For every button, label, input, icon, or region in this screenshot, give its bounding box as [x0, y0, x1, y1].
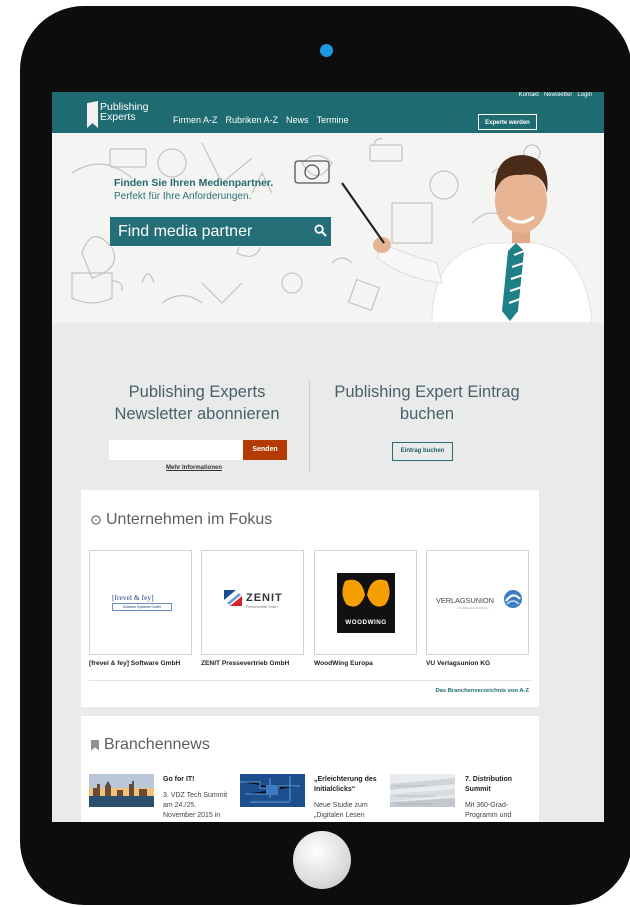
- nav-rubriken[interactable]: Rubriken A-Z: [226, 115, 279, 125]
- news-headline-2-line1: „Erleichterung des: [314, 776, 377, 783]
- nav-firmen[interactable]: Firmen A-Z: [173, 115, 218, 125]
- frevel-logo-text: [frevel & fey]: [112, 593, 154, 602]
- top-links: Kontakt Newsletter Login: [519, 92, 592, 98]
- hero-subline: Perfekt für Ihre Anforderungen.: [114, 191, 252, 202]
- book-logo-icon: [87, 101, 98, 128]
- company-name-verlagsunion[interactable]: VU Verlagsunion KG: [426, 660, 490, 667]
- site-logo[interactable]: Publishing Experts: [87, 100, 157, 130]
- news-text-1: 3. VDZ Tech Summit am 24./25. November 2…: [163, 791, 233, 821]
- news-text-1-line1: 3. VDZ Tech Summit: [163, 792, 228, 799]
- news-image-circuit[interactable]: [240, 774, 305, 807]
- search-icon[interactable]: [314, 224, 327, 237]
- tablet-screen: Publishing Experts Firmen A-Z Rubriken A…: [52, 92, 604, 822]
- news-headline-3-line1: 7. Distribution: [465, 776, 513, 783]
- newsletter-title-line2: Newsletter abonnieren: [114, 405, 280, 423]
- company-card-zenit[interactable]: ZENIT Pressevertrieb GmbH: [201, 550, 304, 655]
- news-text-2: Neue Studie zum „Digitalen Lesen: [314, 801, 384, 821]
- news-section: Branchennews Go for IT! 3. VDZ Tech Summ…: [81, 716, 539, 822]
- news-headline-3[interactable]: 7. Distribution Summit: [465, 775, 535, 795]
- news-text-3-line1: Mit 360-Grad-: [465, 802, 509, 809]
- company-name-frevel[interactable]: [frevel & fey] Software GmbH: [89, 660, 180, 667]
- become-expert-button[interactable]: Experte werden: [478, 114, 537, 130]
- main-nav: Firmen A-Z Rubriken A-Z News Termine: [173, 115, 349, 125]
- company-name-woodwing[interactable]: WoodWing Europa: [314, 660, 373, 667]
- company-card-frevel[interactable]: [frevel & fey] Software Systeme GmbH: [89, 550, 192, 655]
- news-headline-2[interactable]: „Erleichterung des Initialclicks“: [314, 775, 384, 795]
- company-name-zenit[interactable]: ZENIT Pressevertrieb GmbH: [201, 660, 289, 667]
- zenit-logo-icon: [224, 590, 242, 606]
- newsletter-more-link[interactable]: Mehr Informationen: [166, 465, 222, 471]
- news-text-1-line3: November 2015 in: [163, 812, 221, 819]
- bookmark-icon: [91, 739, 99, 751]
- entry-title: Publishing Expert Eintrag buchen: [322, 381, 532, 425]
- logo-line2: Experts: [100, 111, 136, 123]
- home-button[interactable]: [293, 831, 351, 889]
- woodwing-butterfly-icon: [342, 579, 390, 609]
- site-header: Publishing Experts Firmen A-Z Rubriken A…: [52, 92, 604, 133]
- newsletter-title-line1: Publishing Experts: [128, 383, 266, 401]
- news-title: Branchennews: [91, 736, 210, 754]
- woodwing-logo: WOODWING: [337, 573, 395, 633]
- news-text-3-line2: Programm und: [465, 812, 512, 819]
- link-newsletter[interactable]: Newsletter: [544, 92, 572, 98]
- nav-news[interactable]: News: [286, 115, 309, 125]
- zenit-logo-sub: Pressevertrieb GmbH: [246, 605, 278, 609]
- logo-text: Publishing Experts: [100, 102, 148, 123]
- search-input[interactable]: [116, 220, 306, 244]
- company-card-woodwing[interactable]: WOODWING: [314, 550, 417, 655]
- hero-headline: Finden Sie Ihren Medienpartner.: [114, 177, 274, 189]
- woodwing-logo-text: WOODWING: [345, 619, 387, 626]
- hero-banner: Finden Sie Ihren Medienpartner. Perfekt …: [52, 133, 604, 323]
- entry-title-line2: buchen: [399, 405, 455, 423]
- directory-link[interactable]: Das Branchenverzeichnis von A-Z: [435, 688, 529, 694]
- target-icon: [91, 515, 101, 525]
- verlagsunion-globe-icon: [504, 590, 522, 608]
- newsletter-title: Publishing Experts Newsletter abonnieren: [97, 381, 297, 425]
- link-kontakt[interactable]: Kontakt: [519, 92, 539, 98]
- nav-termine[interactable]: Termine: [317, 115, 349, 125]
- news-image-city[interactable]: [89, 774, 154, 807]
- newsletter-send-button[interactable]: Senden: [243, 440, 287, 460]
- news-image-newspapers[interactable]: [390, 774, 455, 807]
- newsletter-email-field[interactable]: [109, 440, 243, 460]
- news-title-text: Branchennews: [104, 736, 210, 753]
- news-text-2-line1: Neue Studie zum: [314, 802, 368, 809]
- link-login[interactable]: Login: [577, 92, 592, 98]
- focus-title-text: Unternehmen im Fokus: [106, 511, 273, 528]
- focus-section: Unternehmen im Fokus [frevel & fey] Soft…: [81, 490, 539, 707]
- verlagsunion-logo-text: VERLAGSUNION: [436, 596, 494, 605]
- tablet-camera: [320, 44, 333, 57]
- news-text-3: Mit 360-Grad- Programm und: [465, 801, 535, 821]
- news-headline-3-line2: Summit: [465, 786, 491, 793]
- focus-title: Unternehmen im Fokus: [91, 511, 272, 529]
- zenit-logo-text: ZENIT: [246, 592, 283, 604]
- news-headline-1[interactable]: Go for IT!: [163, 775, 233, 785]
- frevel-logo-sub: Software Systeme GmbH: [112, 603, 172, 611]
- focus-divider: [89, 680, 532, 681]
- search-box: [110, 217, 331, 247]
- company-card-verlagsunion[interactable]: VERLAGSUNION VU VERLAGSUNION KG: [426, 550, 529, 655]
- section-divider: [309, 381, 310, 472]
- book-entry-button[interactable]: Eintrag buchen: [392, 442, 453, 461]
- news-text-2-line2: „Digitalen Lesen: [314, 812, 365, 819]
- verlagsunion-logo-sub: VU VERLAGSUNION KG: [457, 606, 489, 610]
- news-text-1-line2: am 24./25.: [163, 802, 197, 809]
- entry-title-line1: Publishing Expert Eintrag: [334, 383, 520, 401]
- news-headline-2-line2: Initialclicks“: [314, 786, 356, 793]
